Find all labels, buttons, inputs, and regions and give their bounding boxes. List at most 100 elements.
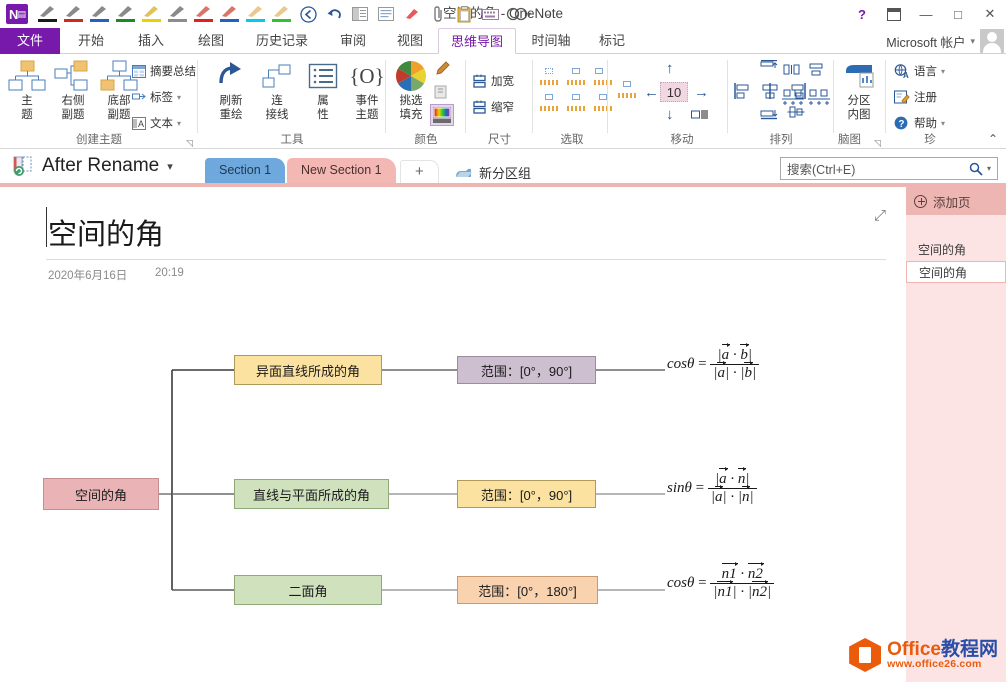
connector-line-button[interactable]: 连接线 xyxy=(254,58,300,122)
pick-fill-button[interactable]: 挑选填充 xyxy=(388,58,434,122)
select-all-topics-button[interactable] xyxy=(539,68,559,85)
customize-qat-icon[interactable]: ⩦ xyxy=(536,3,560,25)
align-right-button[interactable] xyxy=(787,82,807,105)
mindmap-node-range-3[interactable]: 范围：[0°，180°] xyxy=(457,576,598,604)
paste-icon[interactable] xyxy=(452,3,476,25)
tab-mindmap[interactable]: 思维导图 xyxy=(438,28,516,54)
collapse-ribbon-button[interactable]: ⌃ xyxy=(988,132,998,146)
notebook-name[interactable]: After Rename xyxy=(42,155,159,177)
close-button[interactable]: ✕ xyxy=(974,1,1006,27)
create-right-subtopic-button[interactable]: 右侧副题 xyxy=(50,58,96,122)
search-dropdown-icon[interactable]: ▾ xyxy=(987,164,991,173)
add-section-button[interactable]: + xyxy=(400,160,439,183)
select-extra-button[interactable] xyxy=(617,81,637,98)
tab-home[interactable]: 开始 xyxy=(62,28,120,54)
ribbon-display-options-icon[interactable] xyxy=(878,1,910,27)
tab-mark[interactable]: 标记 xyxy=(586,28,638,54)
tab-history[interactable]: 历史记录 xyxy=(242,28,322,54)
account-area[interactable]: Microsoft 帐户 ▾ xyxy=(886,28,1004,54)
mindmap-node-range-1[interactable]: 范围：[0°，90°] xyxy=(457,356,596,384)
language-button[interactable]: A 语言 ▾ xyxy=(894,60,945,82)
tab-insert[interactable]: 插入 xyxy=(122,28,180,54)
help-icon[interactable]: ? xyxy=(846,1,878,27)
full-page-view-icon[interactable] xyxy=(374,3,398,25)
move-step-value[interactable]: 10 xyxy=(660,82,688,102)
tab-draw[interactable]: 绘图 xyxy=(182,28,240,54)
event-topic-button[interactable]: {O} 事件主题 xyxy=(344,58,390,122)
select-branch-button[interactable] xyxy=(566,94,586,111)
tab-view[interactable]: 视图 xyxy=(384,28,436,54)
tab-file[interactable]: 文件 xyxy=(0,28,60,54)
select-leaves-button[interactable] xyxy=(593,94,613,111)
pen-cyan-icon[interactable] xyxy=(244,4,268,24)
mindmap-node-topic-3[interactable]: 二面角 xyxy=(234,575,382,605)
move-right-button[interactable]: → xyxy=(694,84,709,101)
pen-green2-icon[interactable] xyxy=(270,4,294,24)
notebook-selector[interactable]: After Rename ▾ xyxy=(12,155,173,177)
create-main-topic-button[interactable]: 主题 xyxy=(4,58,50,122)
move-settings-icon[interactable] xyxy=(691,108,709,126)
mindmap-node-root[interactable]: 空间的角 xyxy=(43,478,159,510)
page-canvas[interactable]: 空间的角 2020年6月16日 20:19 ⤢ 空间的角 异面直线所成的角 xyxy=(0,187,906,682)
pen-gray-icon[interactable] xyxy=(166,4,190,24)
infinity-icon[interactable]: ▾ xyxy=(504,3,534,25)
chevron-down-icon[interactable]: ▾ xyxy=(941,67,945,76)
eyedropper-icon[interactable] xyxy=(434,58,450,80)
pen-yellow-icon[interactable] xyxy=(140,4,164,24)
dock-to-desktop-icon[interactable] xyxy=(348,3,372,25)
select-siblings-button[interactable] xyxy=(566,68,586,85)
mindmap-node-topic-1[interactable]: 异面直线所成的角 xyxy=(234,355,382,385)
mindmap-formula-3[interactable]: cosθ = n1 · n2 |n1| · |n2| xyxy=(667,566,774,601)
narrow-button[interactable]: 缩窄 xyxy=(472,96,514,118)
mindmap-node-topic-2[interactable]: 直线与平面所成的角 xyxy=(234,479,389,509)
chevron-down-icon[interactable]: ▾ xyxy=(177,119,181,128)
chevron-down-icon[interactable]: ▾ xyxy=(941,119,945,128)
eraser-icon[interactable] xyxy=(400,3,424,25)
chevron-down-icon[interactable]: ▾ xyxy=(970,36,975,47)
align-bottom-button[interactable] xyxy=(760,104,778,125)
refresh-redraw-button[interactable]: 刷新重绘 xyxy=(208,58,254,122)
move-down-button[interactable]: ↓ xyxy=(666,106,674,123)
mindmap-node-range-2[interactable]: 范围：[0°，90°] xyxy=(457,480,596,508)
attach-file-icon[interactable] xyxy=(426,3,450,25)
section-tab-section-1[interactable]: Section 1 xyxy=(205,158,285,183)
keyboard-icon[interactable] xyxy=(478,3,502,25)
move-left-button[interactable]: ← xyxy=(644,84,659,101)
pen-blue-icon[interactable] xyxy=(88,4,112,24)
tab-review[interactable]: 审阅 xyxy=(324,28,382,54)
mindmap-formula-2[interactable]: sinθ = |a · n| |a| · |n| xyxy=(667,471,757,506)
mind-map[interactable]: 空间的角 异面直线所成的角 范围：[0°，90°] cosθ = |a · b|… xyxy=(0,187,906,682)
align-center-button[interactable] xyxy=(760,82,780,105)
section-map-button[interactable]: 分区内图 xyxy=(836,58,882,122)
pen-red-icon[interactable] xyxy=(62,4,86,24)
label-button[interactable]: 标签 ▾ xyxy=(132,86,181,108)
widen-button[interactable]: 加宽 xyxy=(472,70,514,92)
page-list-item-1[interactable]: 空间的角 xyxy=(906,239,1006,261)
maximize-button[interactable]: □ xyxy=(942,1,974,27)
create-topic-dialog-launcher[interactable]: ◹ xyxy=(186,138,195,147)
avatar[interactable] xyxy=(980,29,1004,53)
tab-timeline[interactable]: 时间轴 xyxy=(520,28,582,54)
add-page-button[interactable]: 添加页 xyxy=(906,187,1006,215)
undo-icon[interactable] xyxy=(322,3,346,25)
page-list-item-2[interactable]: 空间的角 xyxy=(906,261,1006,283)
section-tab-new-section-1[interactable]: New Section 1 xyxy=(287,158,396,183)
back-icon[interactable] xyxy=(296,3,320,25)
new-section-group-button[interactable]: 新分区组 xyxy=(455,163,531,182)
minimize-button[interactable]: — xyxy=(910,1,942,27)
search-input[interactable]: 搜索(Ctrl+E) ▾ xyxy=(780,157,998,180)
account-label[interactable]: Microsoft 帐户 xyxy=(886,32,965,51)
pen-black-icon[interactable] xyxy=(36,4,60,24)
brainmap-dialog-launcher[interactable]: ◹ xyxy=(874,138,883,147)
properties-button[interactable]: 属性 xyxy=(300,58,346,122)
mindmap-formula-1[interactable]: cosθ = |a · b| |a| · |b| xyxy=(667,347,759,382)
pen-blue2-icon[interactable] xyxy=(218,4,242,24)
chevron-down-icon[interactable]: ▾ xyxy=(167,160,173,173)
align-left-button[interactable] xyxy=(733,82,753,105)
align-top-button[interactable] xyxy=(760,60,778,81)
move-up-button[interactable]: ↑ xyxy=(666,60,674,77)
pen-green-icon[interactable] xyxy=(114,4,138,24)
select-level-button[interactable] xyxy=(539,94,559,111)
pen-red2-icon[interactable] xyxy=(192,4,216,24)
color-palette-icon[interactable] xyxy=(430,104,454,126)
